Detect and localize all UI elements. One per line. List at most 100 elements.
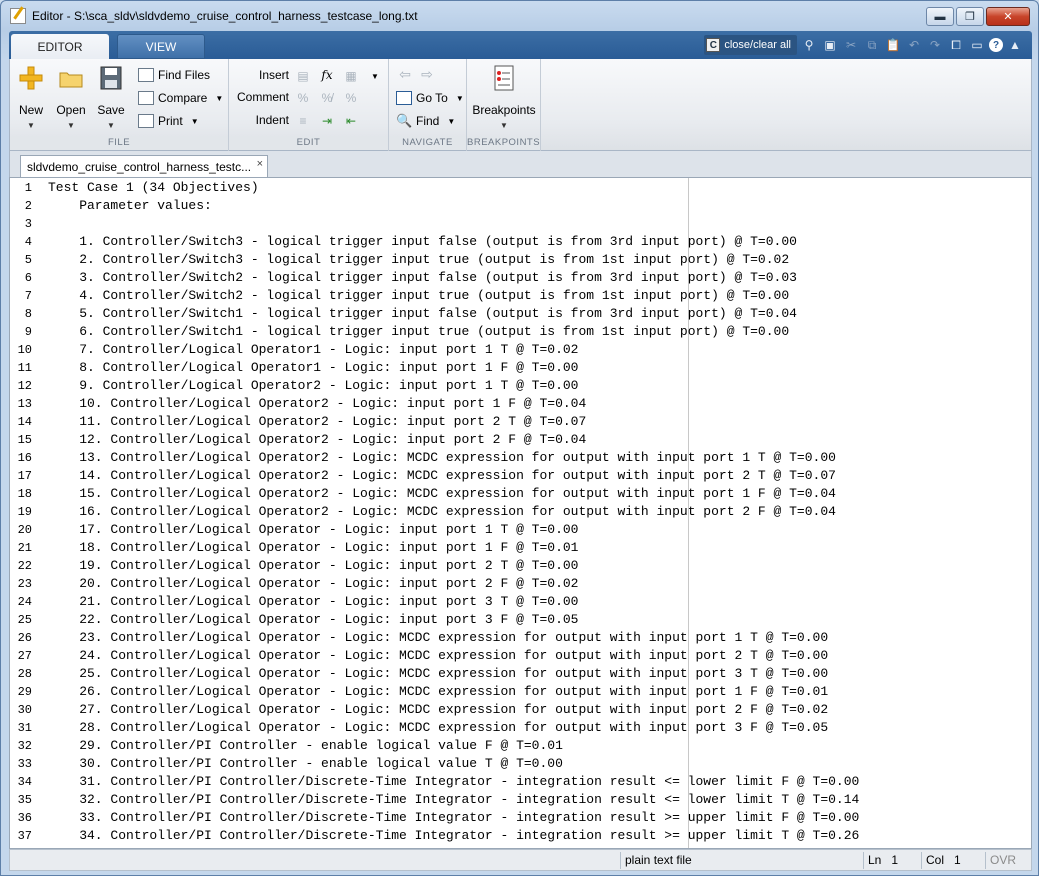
code-line[interactable]: 19. Controller/Logical Operator - Logic:… (48, 557, 578, 575)
title-bar: Editor - S:\sca_sldv\sldvdemo_cruise_con… (1, 1, 1038, 31)
breakpoints-section: Breakpoints ▼ BREAKPOINTS (467, 59, 541, 151)
code-line[interactable]: 9. Controller/Logical Operator2 - Logic:… (48, 377, 578, 395)
code-line[interactable]: 28. Controller/Logical Operator - Logic:… (48, 719, 828, 737)
decrease-indent-icon[interactable]: ⇤ (343, 113, 359, 129)
document-tab[interactable]: sldvdemo_cruise_control_harness_testc...… (20, 155, 268, 177)
code-line[interactable]: 21. Controller/Logical Operator - Logic:… (48, 593, 578, 611)
code-line[interactable]: 8. Controller/Logical Operator1 - Logic:… (48, 359, 578, 377)
code-line[interactable]: 13. Controller/Logical Operator2 - Logic… (48, 449, 836, 467)
compare-button[interactable]: Compare ▼ (138, 89, 223, 107)
code-line[interactable]: 2. Controller/Switch3 - logical trigger … (48, 251, 789, 269)
code-line[interactable]: 4. Controller/Switch2 - logical trigger … (48, 287, 789, 305)
line-number: 4 (24, 235, 32, 249)
line-number-gutter: 1 2 3 4 5 6 7 8 9 10 11 12 13 14 15 16 17 18 19 20 21 22 23 24 2… (10, 178, 44, 848)
code-line[interactable]: 30. Controller/PI Controller - enable lo… (48, 755, 563, 773)
code-line[interactable]: 31. Controller/PI Controller/Discrete-Ti… (48, 773, 859, 791)
line-number: 1 (24, 181, 32, 195)
breakpoints-button[interactable]: Breakpoints ▼ (471, 63, 537, 131)
increase-indent-icon[interactable]: ⇥ (319, 113, 335, 129)
paste-icon[interactable]: 📋 (884, 36, 902, 54)
code-line[interactable]: 17. Controller/Logical Operator - Logic:… (48, 521, 578, 539)
code-line[interactable]: 25. Controller/Logical Operator - Logic:… (48, 665, 828, 683)
code-line[interactable]: 10. Controller/Logical Operator2 - Logic… (48, 395, 586, 413)
back-arrow-icon[interactable]: ⇦ (397, 66, 413, 82)
copy-icon[interactable]: ⧉ (863, 36, 881, 54)
help-icon[interactable]: ? (989, 38, 1003, 52)
find-button[interactable]: 🔍 Find ▼ (396, 112, 455, 130)
line-number: 11 (17, 361, 32, 375)
line-number: 19 (17, 505, 32, 519)
line-number: 13 (17, 397, 32, 411)
quick-search-text: close/clear all (724, 39, 791, 51)
undo-icon[interactable]: ↶ (905, 36, 923, 54)
code-line[interactable]: 20. Controller/Logical Operator - Logic:… (48, 575, 578, 593)
tab-editor[interactable]: EDITOR (11, 34, 109, 59)
chevron-down-icon[interactable]: ▼ (367, 68, 383, 84)
edit-path-icon[interactable]: ⚲ (800, 36, 818, 54)
code-line[interactable]: 6. Controller/Switch1 - logical trigger … (48, 323, 789, 341)
uncomment-icon[interactable]: %̸ (319, 90, 335, 106)
code-line[interactable]: 12. Controller/Logical Operator2 - Logic… (48, 431, 586, 449)
save-button[interactable]: Save ▼ (91, 63, 131, 131)
breakpoints-section-label: BREAKPOINTS (467, 137, 541, 150)
navigate-section: ⇦ ⇨ Go To ▼ 🔍 Find ▼ NAVIGATE (389, 59, 467, 151)
code-line[interactable]: 1. Controller/Switch3 - logical trigger … (48, 233, 797, 251)
code-line[interactable]: 23. Controller/Logical Operator - Logic:… (48, 629, 828, 647)
code-line[interactable]: 7. Controller/Logical Operator1 - Logic:… (48, 341, 578, 359)
print-button[interactable]: Print ▼ (138, 112, 199, 130)
code-line[interactable]: 29. Controller/PI Controller - enable lo… (48, 737, 563, 755)
tab-view[interactable]: VIEW (117, 34, 205, 59)
text-editor[interactable]: 1 2 3 4 5 6 7 8 9 10 11 12 13 14 15 16 17 18 19 20 21 22 23 24 2… (9, 177, 1032, 849)
code-line[interactable]: 22. Controller/Logical Operator - Logic:… (48, 611, 578, 629)
layout-icon[interactable]: ▭ (968, 36, 986, 54)
minimize-button[interactable]: ▬ (926, 7, 954, 26)
cut-icon[interactable]: ✂ (842, 36, 860, 54)
save-icon[interactable]: ▣ (821, 36, 839, 54)
code-area[interactable]: Test Case 1 (34 Objectives) Parameter va… (48, 178, 1031, 848)
quick-search-box[interactable]: C close/clear all (704, 35, 797, 55)
redo-icon[interactable]: ↷ (926, 36, 944, 54)
code-line[interactable]: 32. Controller/PI Controller/Discrete-Ti… (48, 791, 859, 809)
smart-indent-icon[interactable]: ≡ (295, 113, 311, 129)
code-line[interactable]: 26. Controller/Logical Operator - Logic:… (48, 683, 828, 701)
close-button[interactable]: ✕ (986, 7, 1030, 26)
chevron-down-icon: ▼ (190, 116, 199, 126)
file-section-label: FILE (10, 137, 228, 150)
line-number: 18 (17, 487, 32, 501)
minimize-toolstrip-icon[interactable]: ▲ (1006, 36, 1024, 54)
insert-icon[interactable]: ▤ (295, 68, 311, 84)
find-files-button[interactable]: Find Files (138, 66, 210, 84)
go-to-button[interactable]: Go To ▼ (396, 89, 464, 107)
code-line[interactable]: 3. Controller/Switch2 - logical trigger … (48, 269, 797, 287)
code-line[interactable]: Test Case 1 (34 Objectives) (48, 179, 259, 197)
code-line[interactable]: 16. Controller/Logical Operator2 - Logic… (48, 503, 836, 521)
insert-function-icon[interactable]: fx (319, 67, 335, 83)
open-button[interactable]: Open ▼ (51, 63, 91, 131)
column-indicator: Col 1 (921, 852, 985, 869)
command-icon: C (706, 38, 721, 52)
code-line[interactable]: 11. Controller/Logical Operator2 - Logic… (48, 413, 586, 431)
code-line[interactable]: 24. Controller/Logical Operator - Logic:… (48, 647, 828, 665)
window-title: Editor - S:\sca_sldv\sldvdemo_cruise_con… (32, 9, 418, 23)
new-button[interactable]: New ▼ (11, 63, 51, 131)
forward-arrow-icon[interactable]: ⇨ (419, 66, 435, 82)
wrap-comments-icon[interactable]: % (343, 90, 359, 106)
chevron-down-icon: ▼ (215, 93, 224, 103)
switch-windows-icon[interactable]: ⧠ (947, 36, 965, 54)
code-line[interactable]: 15. Controller/Logical Operator2 - Logic… (48, 485, 836, 503)
close-tab-icon[interactable]: × (257, 158, 263, 170)
code-line[interactable]: 5. Controller/Switch1 - logical trigger … (48, 305, 797, 323)
line-number: 10 (17, 343, 32, 357)
line-number: 3 (24, 217, 32, 231)
comment-icon[interactable]: % (295, 90, 311, 106)
code-line[interactable]: Parameter values: (48, 197, 212, 215)
code-line[interactable]: 18. Controller/Logical Operator - Logic:… (48, 539, 578, 557)
code-line[interactable]: 34. Controller/PI Controller/Discrete-Ti… (48, 827, 859, 845)
code-line[interactable]: 27. Controller/Logical Operator - Logic:… (48, 701, 828, 719)
maximize-button[interactable]: ❐ (956, 7, 984, 26)
code-line[interactable]: 14. Controller/Logical Operator2 - Logic… (48, 467, 836, 485)
insert-section-icon[interactable]: ▦ (343, 68, 359, 84)
code-line[interactable]: 33. Controller/PI Controller/Discrete-Ti… (48, 809, 859, 827)
line-number: 24 (17, 595, 32, 609)
line-number: 7 (24, 289, 32, 303)
